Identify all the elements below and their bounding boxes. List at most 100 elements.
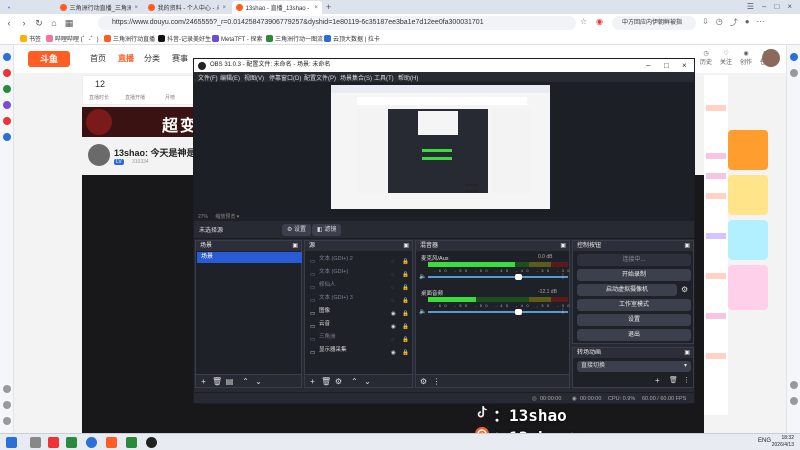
- menu-scene-collection[interactable]: 场景集合(S): [340, 73, 372, 82]
- lock-icon[interactable]: 🔒: [402, 295, 409, 304]
- move-up-icon[interactable]: ⌃: [350, 377, 359, 386]
- streamer-avatar[interactable]: [88, 144, 110, 166]
- menu-file[interactable]: 文件(F): [198, 73, 218, 82]
- speaker-icon[interactable]: 🔈: [419, 273, 426, 280]
- bookmark-item[interactable]: 三角洲行动一图流: [266, 34, 323, 43]
- menu-tools[interactable]: 工具(T): [374, 73, 394, 82]
- maximize-icon[interactable]: □: [664, 59, 669, 72]
- minimize-icon[interactable]: –: [646, 59, 650, 72]
- source-item[interactable]: ▭ 云音 ◉ 🔒: [307, 318, 413, 331]
- gear-icon[interactable]: ⚙: [419, 377, 428, 386]
- add-icon[interactable]: +: [655, 376, 660, 385]
- close-icon[interactable]: ×: [682, 59, 687, 72]
- lock-icon[interactable]: 🔒: [402, 256, 409, 265]
- nav-events[interactable]: 赛事: [172, 53, 188, 64]
- extensions-icon[interactable]: ▦: [63, 17, 75, 29]
- lock-icon[interactable]: 🔒: [402, 321, 409, 330]
- volume-slider[interactable]: [428, 309, 568, 315]
- user-icon[interactable]: ●: [745, 17, 750, 28]
- lock-icon[interactable]: 🔒: [402, 269, 409, 278]
- source-item[interactable]: ▭ 文本 (GDI+) 2 ◌ 🔒: [307, 253, 413, 266]
- filter-icon[interactable]: ▤: [225, 377, 234, 386]
- menu-docks[interactable]: 停靠窗口(D): [269, 73, 301, 82]
- nav-category[interactable]: 分类: [144, 53, 160, 64]
- menu-edit[interactable]: 编辑(E): [220, 73, 240, 82]
- sidebar-tool-icon[interactable]: [790, 381, 798, 389]
- dock-float-icon[interactable]: ▣: [684, 348, 690, 358]
- lock-icon[interactable]: 🔒: [402, 308, 409, 317]
- eye-icon[interactable]: ◉: [391, 347, 398, 356]
- sidebar-app-icon[interactable]: [3, 53, 11, 61]
- event-banner[interactable]: 超变: [82, 107, 210, 137]
- slider-handle[interactable]: [515, 274, 522, 280]
- nav-live[interactable]: 直播: [118, 53, 134, 64]
- netease-music-icon[interactable]: [48, 437, 59, 448]
- sidebar-app-icon[interactable]: [3, 133, 11, 141]
- browser-menu-icon[interactable]: [4, 1, 14, 14]
- reader-icon[interactable]: ◉: [596, 17, 603, 26]
- tab-close-icon[interactable]: ×: [314, 5, 318, 11]
- refresh-icon[interactable]: ↻: [33, 17, 45, 29]
- window-maximize-icon[interactable]: □: [774, 2, 779, 12]
- user-avatar[interactable]: [762, 49, 780, 67]
- trash-icon[interactable]: 🗑: [212, 377, 222, 386]
- sidebar-app-icon[interactable]: [3, 85, 11, 93]
- eye-off-icon[interactable]: ◌: [391, 256, 398, 265]
- douyu-taskbar-icon[interactable]: [106, 437, 117, 448]
- back-icon[interactable]: ‹: [3, 17, 15, 29]
- eye-off-icon[interactable]: ◌: [391, 269, 398, 278]
- sidebar-app-icon[interactable]: [3, 117, 11, 125]
- source-item[interactable]: ▭ 显示器采集 ◉ 🔒: [307, 344, 413, 357]
- follow-button[interactable]: ♡ 关注: [720, 50, 732, 66]
- obs-taskbar-icon[interactable]: [146, 437, 157, 448]
- menu-icon[interactable]: ⋮: [683, 376, 690, 384]
- window-close-icon[interactable]: ×: [787, 2, 792, 12]
- sidebar-app-icon[interactable]: [3, 69, 11, 77]
- menu-icon[interactable]: ⋮: [432, 377, 441, 386]
- create-button[interactable]: ◉ 创作: [740, 50, 752, 66]
- tab-13shao-live[interactable]: 13shao - 直播_13shao - 直 ×: [232, 1, 322, 14]
- dock-float-icon[interactable]: ▣: [560, 241, 566, 251]
- app-icon[interactable]: [66, 437, 77, 448]
- speaker-icon[interactable]: 🔈: [419, 308, 426, 315]
- input-language[interactable]: ENG: [758, 438, 771, 444]
- new-tab-icon[interactable]: +: [326, 2, 331, 12]
- sidebar-search-icon[interactable]: [790, 53, 798, 61]
- zoom-dropdown[interactable]: 缩放预览 ▾: [215, 214, 239, 220]
- gear-icon[interactable]: ⚙: [334, 377, 343, 386]
- promo-card[interactable]: [728, 265, 768, 310]
- history-icon[interactable]: ◷: [716, 17, 723, 28]
- eye-icon[interactable]: ◉: [391, 308, 398, 317]
- bookmark-item[interactable]: 三角洲行动直播: [104, 34, 155, 43]
- dock-float-icon[interactable]: ▣: [684, 241, 690, 251]
- window-menu-icon[interactable]: ☰: [747, 2, 754, 12]
- lock-icon[interactable]: 🔒: [402, 347, 409, 356]
- promo-card[interactable]: [728, 175, 768, 215]
- transition-select[interactable]: 直接切换 ▾: [577, 361, 691, 372]
- system-clock[interactable]: 18:32 2026/4/13: [772, 435, 794, 449]
- scene-item[interactable]: 场景: [197, 252, 302, 263]
- exit-button[interactable]: 退出: [577, 329, 691, 341]
- settings-button[interactable]: 设置: [577, 314, 691, 326]
- search-suggestion-input[interactable]: 中方回应内伊朝鲜被指: [612, 16, 696, 30]
- eye-off-icon[interactable]: ◌: [391, 295, 398, 304]
- source-filter-button[interactable]: ◧ 滤镜: [312, 224, 342, 236]
- eye-icon[interactable]: ◉: [391, 321, 398, 330]
- sidebar-app-icon[interactable]: [3, 101, 11, 109]
- channel-menu-icon[interactable]: ⋮: [560, 273, 566, 280]
- source-settings-button[interactable]: ⚙ 设置: [282, 224, 312, 236]
- source-item[interactable]: ▭ 修仙人 ◌ 🔒: [307, 279, 413, 292]
- home-icon[interactable]: ⌂: [48, 17, 60, 29]
- move-down-icon[interactable]: ⌄: [363, 377, 372, 386]
- sidebar-settings-icon[interactable]: [3, 385, 11, 393]
- bookmark-item[interactable]: 哔哩哔哩 (゜-゜): [46, 34, 99, 43]
- promo-card[interactable]: [728, 220, 768, 260]
- sidebar-tool-icon[interactable]: [790, 397, 798, 405]
- volume-slider[interactable]: [428, 274, 568, 280]
- tab-douyu-live-1[interactable]: 三角洲行动直播_三角洲行动直播 ×: [56, 1, 142, 14]
- source-item[interactable]: ▭ 文本 (GDI+) 3 ◌ 🔒: [307, 292, 413, 305]
- move-down-icon[interactable]: ⌄: [254, 377, 263, 386]
- windows-start-icon[interactable]: [6, 437, 17, 448]
- tab-profile[interactable]: 我的资料 - 个人中心 - 斗鱼 ×: [144, 1, 230, 14]
- bookmark-item[interactable]: 云顶大数据 | 拉卡: [324, 34, 380, 43]
